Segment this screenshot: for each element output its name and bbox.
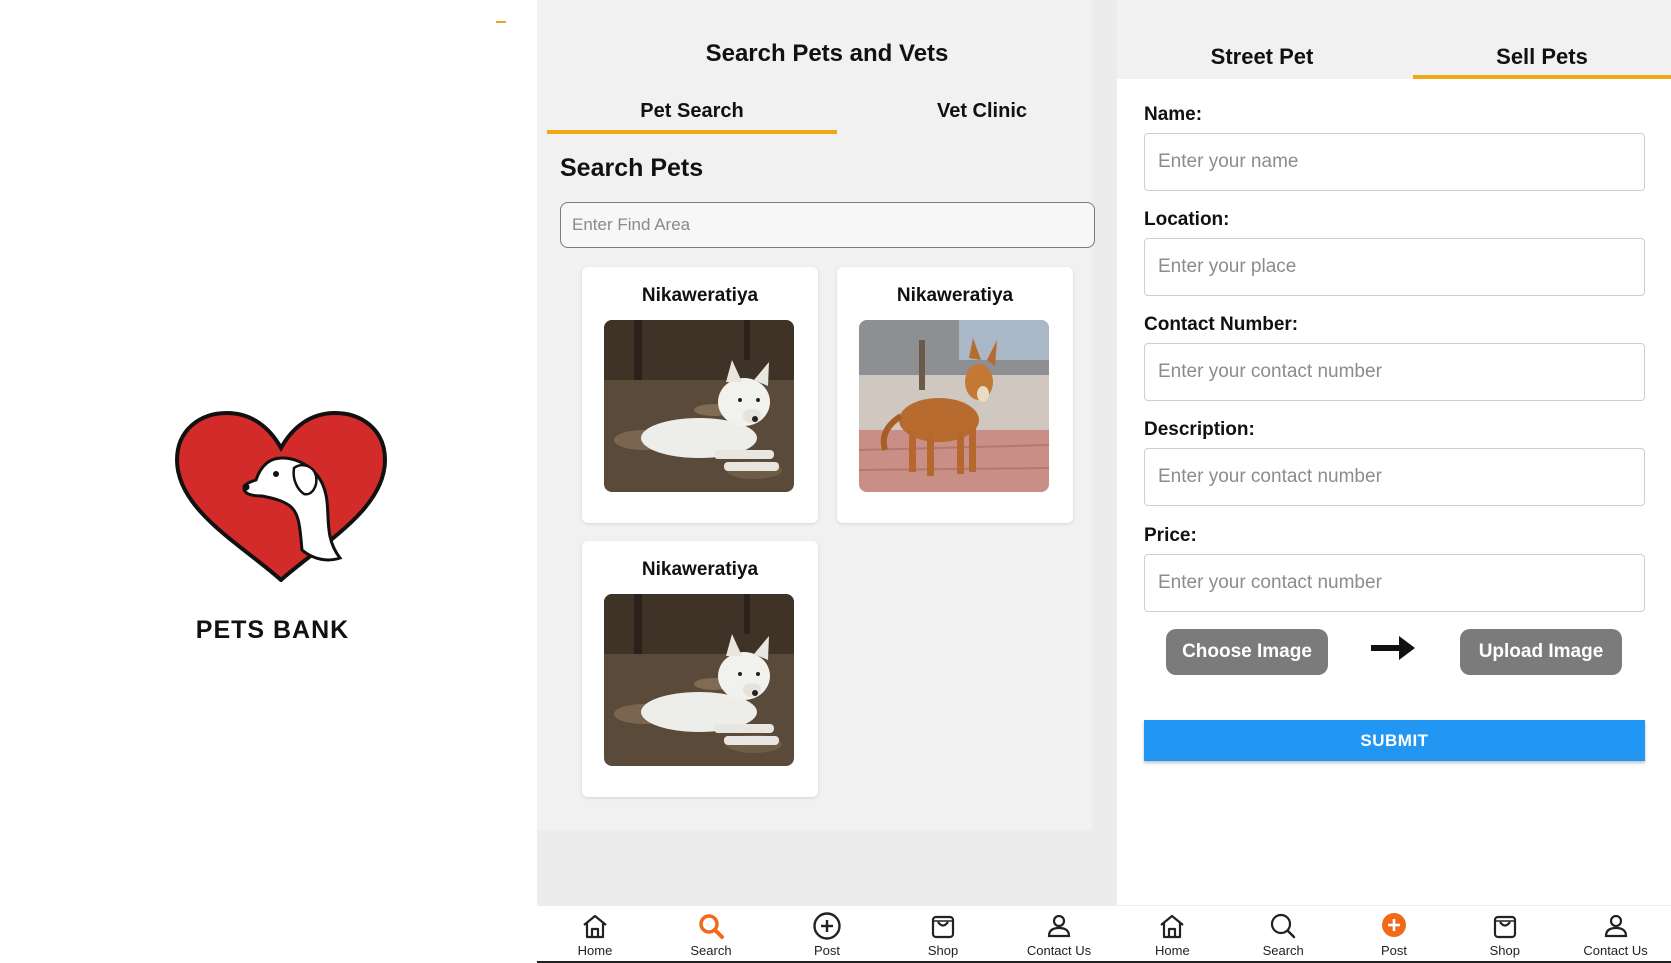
home-icon (1160, 914, 1185, 939)
nav-home[interactable]: Home (1117, 906, 1228, 963)
nav-label: Shop (1489, 943, 1520, 958)
search-screen: Search Pets and Vets Pet Search Vet Clin… (537, 0, 1117, 963)
pets-bank-logo-icon (174, 410, 388, 582)
person-icon (1604, 914, 1627, 938)
find-area-input[interactable] (560, 202, 1095, 248)
description-field[interactable] (1144, 448, 1645, 506)
plus-circle-icon (1381, 913, 1406, 937)
pet-location: Nikaweratiya (641, 285, 759, 306)
pet-photo (604, 594, 794, 766)
nav-contact-us[interactable]: Contact Us (1001, 906, 1117, 963)
nav-label: Search (1262, 943, 1304, 958)
pet-location: Nikaweratiya (641, 559, 759, 580)
nav-label: Post (1380, 943, 1407, 958)
pet-location: Nikaweratiya (896, 285, 1014, 306)
plus-circle-icon (813, 912, 841, 940)
shopping-bag-icon (1493, 915, 1516, 939)
shopping-bag-icon (931, 915, 955, 939)
nav-label: Contact Us (1026, 943, 1092, 958)
nav-shop[interactable]: Shop (885, 906, 1001, 963)
arrow-right-icon (1371, 636, 1415, 660)
section-heading: Search Pets (560, 154, 704, 182)
contact-number-field[interactable] (1144, 343, 1645, 401)
description-label: Description: (1144, 419, 1255, 440)
nav-contact-us[interactable]: Contact Us (1560, 906, 1671, 963)
name-field[interactable] (1144, 133, 1645, 191)
tab-street-pet[interactable]: Street Pet (1117, 44, 1407, 70)
nav-label: Post (813, 943, 840, 958)
upload-image-button[interactable]: Upload Image (1460, 629, 1622, 675)
location-label: Location: (1144, 209, 1230, 230)
name-label: Name: (1144, 104, 1203, 125)
price-label: Price: (1144, 525, 1197, 546)
bottom-nav: Home Search Post Shop Contact Us (537, 905, 1117, 963)
app-root: PETS BANK Search Pets and Vets Pet Searc… (0, 0, 1671, 963)
active-tab-indicator (1413, 75, 1671, 79)
nav-post[interactable]: Post (769, 906, 885, 963)
nav-label: Home (1155, 943, 1190, 958)
contact-number-label: Contact Number: (1144, 314, 1299, 335)
home-icon (583, 914, 607, 939)
pet-photo (859, 320, 1049, 492)
nav-label: Search (690, 943, 732, 958)
pet-card[interactable]: Nikaweratiya (582, 541, 818, 797)
nav-post[interactable]: Post (1339, 906, 1450, 963)
submit-button[interactable]: SUBMIT (1144, 720, 1645, 761)
page-title: Search Pets and Vets (705, 40, 949, 67)
nav-search[interactable]: Search (1228, 906, 1339, 963)
nav-label: Shop (927, 943, 959, 958)
brand-name: PETS BANK (195, 616, 350, 644)
location-field[interactable] (1144, 238, 1645, 296)
pet-card[interactable]: Nikaweratiya (582, 267, 818, 523)
sell-screen: Street Pet Sell Pets Name: Location: Con… (1117, 0, 1671, 963)
search-icon (1271, 913, 1296, 939)
splash-screen: PETS BANK (0, 0, 537, 963)
active-tab-indicator (547, 130, 837, 134)
choose-image-button[interactable]: Choose Image (1166, 629, 1328, 675)
nav-label: Contact Us (1583, 943, 1648, 958)
tab-sell-pets[interactable]: Sell Pets (1413, 44, 1671, 70)
price-field[interactable] (1144, 554, 1645, 612)
nav-home[interactable]: Home (537, 906, 653, 963)
status-indicator (496, 21, 506, 23)
search-icon (699, 914, 724, 939)
pet-photo (604, 320, 794, 492)
nav-label: Home (577, 943, 613, 958)
person-icon (1047, 914, 1071, 938)
nav-shop[interactable]: Shop (1449, 906, 1560, 963)
bottom-nav: Home Search Post Shop Contact Us (1117, 905, 1671, 963)
nav-search[interactable]: Search (653, 906, 769, 963)
pet-card[interactable]: Nikaweratiya (837, 267, 1073, 523)
tab-vet-clinic[interactable]: Vet Clinic (837, 100, 1127, 123)
tab-pet-search[interactable]: Pet Search (547, 100, 837, 123)
